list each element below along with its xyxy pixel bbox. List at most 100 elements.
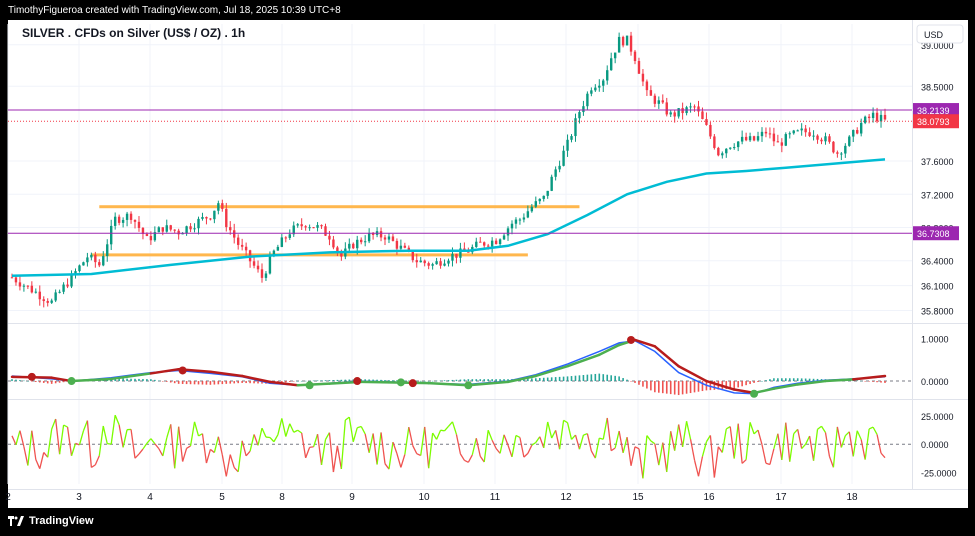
candle-body [240,244,244,247]
histogram-bar [463,379,466,382]
histogram-bar [689,381,692,394]
candle-body [586,93,589,107]
histogram-bar [677,381,680,396]
candle-body [121,219,125,223]
histogram-bar [221,381,224,385]
candle-body [149,235,153,241]
candle-body [280,237,284,247]
candle-body [479,241,482,243]
histogram-bar [673,381,676,395]
histogram-bar [634,381,636,383]
candle-body [709,124,712,137]
candle-body [546,190,549,196]
candle-body [106,244,109,257]
histogram-bar [753,381,755,383]
histogram-bar [332,380,335,382]
candle-body [844,145,847,154]
cross-marker [408,379,417,388]
histogram-bar [856,380,859,382]
histogram-bar [296,381,299,382]
histogram-bar [308,380,311,382]
candle-body [117,216,121,223]
histogram-bar [217,381,220,385]
candle-body [661,100,664,103]
candle-body [697,106,700,112]
candle-body [744,136,748,141]
candle-body [443,263,446,266]
x-tick-label: 10 [418,492,430,503]
price-tick-label: 38.5000 [921,82,954,92]
histogram-bar [19,380,21,382]
histogram-bar [150,379,152,382]
candle-body [641,73,645,82]
candle-body [526,211,530,218]
candle-body [367,232,371,242]
cross-marker [178,366,187,375]
price-tick-label: 37.2000 [921,190,954,200]
histogram-bar [630,381,632,382]
candle-body [554,169,557,177]
candle-body [435,261,438,265]
candle-body [562,150,565,166]
histogram-bar [328,380,331,382]
candle-body [848,136,851,146]
histogram-bar [499,379,501,382]
candle-body [859,122,863,134]
chart-canvas[interactable]: 2 3 4 5 8 9 10 11 12 15 16 17 1839.000038.500037.600… [0,0,975,536]
histogram-bar [773,378,775,382]
histogram-bar [531,378,533,382]
candle-body [566,139,569,151]
candle-body [840,153,843,155]
candle-body [383,237,387,240]
candle-body [324,226,327,236]
candle-body [304,226,307,228]
tradingview-brand[interactable]: TradingView [8,515,94,527]
candle-body [725,148,728,154]
candle-body [879,114,883,122]
histogram-bar [578,375,581,382]
signal-segment [824,378,855,383]
candle-body [772,133,776,142]
candle-body [62,284,65,292]
candle-body [455,253,458,258]
histogram-bar [614,375,616,382]
candle-body [681,108,684,114]
x-tick-label: 12 [560,492,572,503]
candle-body [137,221,141,228]
histogram-bar [185,381,188,385]
histogram-bar [142,379,144,382]
candle-body [522,217,526,220]
candle-body [816,135,819,140]
candle-body [653,95,657,104]
histogram-bar [58,381,61,383]
candle-body [229,227,232,231]
histogram-bar [459,379,462,382]
histogram-bar [169,381,172,383]
histogram-bar [292,381,295,382]
candle-body [804,128,807,133]
histogram-bar [304,380,307,382]
candle-body [46,301,49,303]
histogram-bar [546,377,549,382]
candle-body [54,292,57,301]
candle-body [828,136,831,142]
histogram-bar [860,380,862,382]
x-tick-label: 8 [279,492,285,503]
histogram-bar [777,378,779,382]
candle-body [625,35,629,46]
histogram-bar [661,381,664,394]
histogram-bar [447,380,450,382]
candle-body [264,273,268,278]
candle-body [824,136,827,142]
histogram-bar [146,379,148,382]
candle-body [427,263,430,266]
candle-body [657,100,661,104]
candle-body [217,203,220,211]
histogram-bar [324,380,327,382]
candle-body [768,133,772,135]
histogram-bar [868,381,870,382]
candle-body [740,136,744,142]
candle-body [82,262,85,266]
candle-body [721,153,724,156]
candle-body [617,36,621,53]
